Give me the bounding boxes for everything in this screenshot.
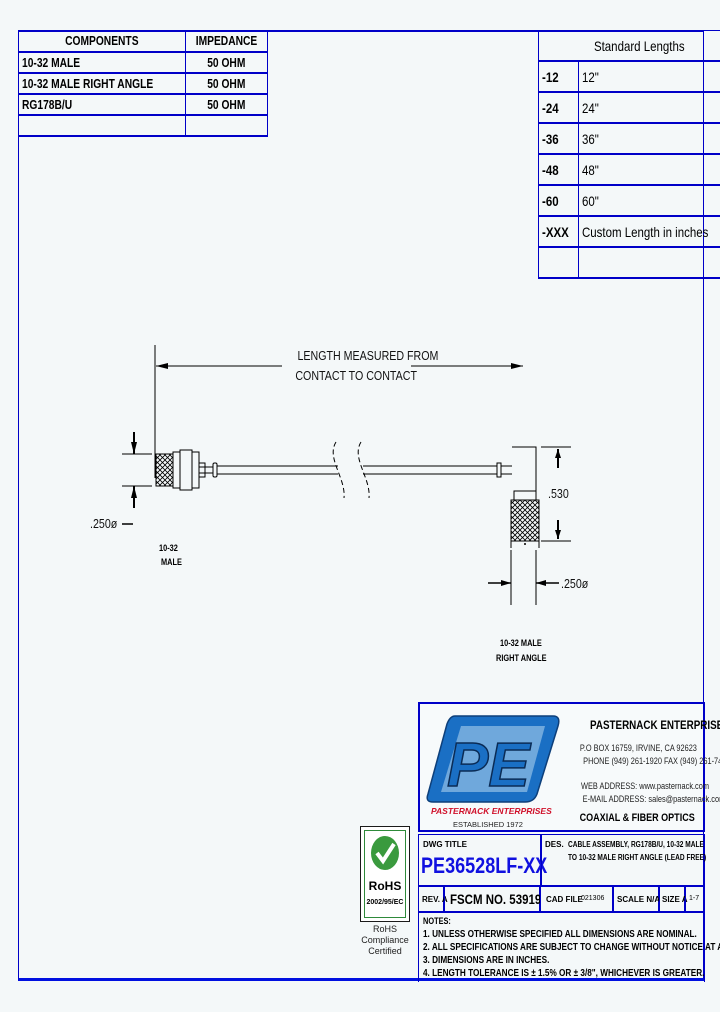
right-diameter-value: .250ø: [561, 576, 589, 591]
note-item: 4. LENGTH TOLERANCE IS ± 1.5% OR ± 3/8",…: [423, 968, 705, 979]
notes-header: NOTES:: [423, 916, 451, 926]
sheet-cell: 1-7: [685, 886, 705, 912]
company-name: PASTERNACK ENTERPRISES, INC.: [590, 718, 720, 732]
description-line-2: TO 10-32 MALE RIGHT ANGLE (LEAD FREE): [568, 853, 707, 862]
rev-cell: REV. A: [418, 886, 448, 912]
company-web: WEB ADDRESS: www.pasternack.com: [581, 781, 710, 791]
right-connector-label: 10-32 MALE: [500, 638, 542, 648]
note-item: 2. ALL SPECIFICATIONS ARE SUBJECT TO CHA…: [423, 942, 720, 953]
note-item: 3. DIMENSIONS ARE IN INCHES.: [423, 955, 550, 966]
rohs-badge: RoHS 2002/95/EC: [360, 826, 410, 922]
size-cell: SIZE A: [659, 886, 687, 912]
company-tagline: COAXIAL & FIBER OPTICS: [579, 812, 695, 824]
length-note-line-1: LENGTH MEASURED FROM: [297, 348, 439, 363]
right-connector-label-2: RIGHT ANGLE: [496, 653, 547, 663]
cad-file-cell: CAD FILE 021306: [540, 886, 613, 912]
left-connector-10-32-male: [155, 449, 218, 491]
rohs-directive: 2002/95/EC: [366, 899, 404, 906]
right-height-value: .530: [548, 486, 569, 501]
left-connector-label: 10-32: [159, 543, 178, 553]
notes-box: NOTES: 1. UNLESS OTHERWISE SPECIFIED ALL…: [418, 912, 720, 982]
left-connector-label-2: MALE: [161, 557, 182, 567]
break-line: [357, 441, 370, 499]
arrow-right-icon: [511, 363, 523, 369]
arrow-left-icon: [156, 363, 168, 369]
pe-logo: PE PASTERNACK ENTERPRISES ESTABLISHED 19…: [426, 715, 560, 829]
length-note-line-2: CONTACT TO CONTACT: [295, 368, 417, 383]
description-line-1: CABLE ASSEMBLY, RG178B/U, 10-32 MALE: [568, 840, 704, 849]
company-info-box: PE PASTERNACK ENTERPRISES ESTABLISHED 19…: [418, 702, 720, 832]
fscm-cell: FSCM NO. 53919: [444, 886, 541, 912]
rohs-mark: RoHS: [368, 879, 402, 893]
svg-text:ESTABLISHED 1972: ESTABLISHED 1972: [453, 820, 523, 829]
company-email: E-MAIL ADDRESS: sales@pasternack.com: [582, 794, 720, 804]
company-address: P.O BOX 16759, IRVINE, CA 92623: [579, 743, 697, 753]
svg-text:PE: PE: [447, 731, 531, 800]
svg-text:PASTERNACK ENTERPRISES: PASTERNACK ENTERPRISES: [431, 806, 552, 816]
rohs-caption: RoHS Compliance Certified: [361, 924, 409, 956]
cable-rg178: [217, 441, 497, 499]
scale-cell: SCALE N/A: [613, 886, 660, 912]
description-cell: DES. CABLE ASSEMBLY, RG178B/U, 10-32 MAL…: [541, 834, 706, 886]
right-diameter-dimension: [488, 550, 559, 605]
checkmark-icon: [371, 836, 399, 870]
dwg-title-cell: DWG TITLE PE36528LF-XX: [418, 834, 547, 886]
right-connector-10-32-male-right-angle: [496, 446, 540, 548]
left-diameter-value: .250ø: [90, 516, 118, 531]
left-diameter-dimension: [122, 432, 152, 525]
note-item: 1. UNLESS OTHERWISE SPECIFIED ALL DIMENS…: [423, 929, 697, 940]
break-line: [332, 441, 345, 499]
company-phone: PHONE (949) 261-1920 FAX (949) 261-7451: [583, 756, 720, 766]
